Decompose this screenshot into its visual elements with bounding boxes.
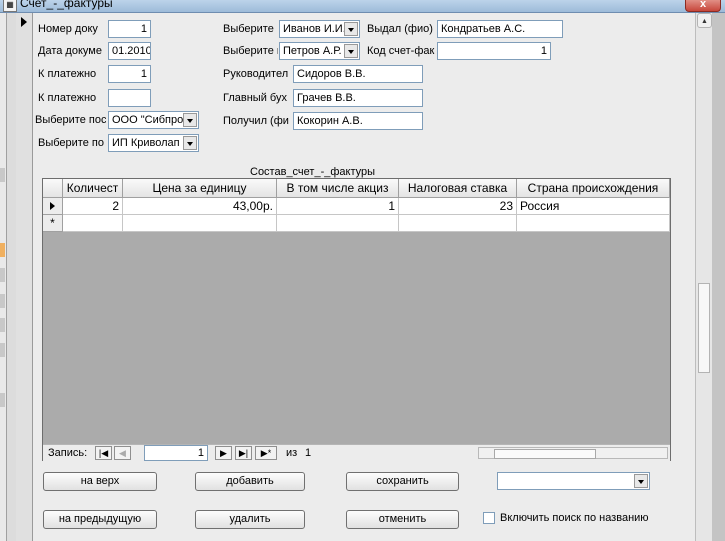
vydal-field[interactable]: Кондратьев А.С. (437, 20, 563, 38)
new-row-selector[interactable]: * (43, 215, 63, 232)
k-plat2-field[interactable] (108, 89, 151, 107)
column-header-price[interactable]: Цена за единицу (123, 179, 277, 198)
employee2-combo[interactable]: Петров А.Р. (279, 42, 360, 60)
vyb-po-label: Выберите по (38, 137, 104, 149)
supplier-combo[interactable]: ООО "Сибпро (108, 111, 199, 129)
current-row-icon (50, 202, 55, 210)
glbuh-field[interactable]: Грачев В.В. (293, 89, 423, 107)
scroll-thumb[interactable] (494, 449, 596, 459)
buyer-combo[interactable]: ИП Криволап (108, 134, 199, 152)
row-selector[interactable] (43, 198, 63, 215)
scroll-up-icon[interactable]: ▲ (697, 13, 712, 28)
form-icon: ▦ (3, 0, 17, 12)
of-label: из (286, 447, 298, 459)
column-header-tax[interactable]: Налоговая ставка (399, 179, 517, 198)
background-tab-marker (0, 318, 5, 332)
title-bar: ▦ Счет_-_фактуры x (0, 0, 725, 13)
ruk-field[interactable]: Сидоров В.В. (293, 65, 423, 83)
dropdown-arrow-icon[interactable] (344, 44, 358, 58)
close-button[interactable]: x (685, 0, 721, 12)
total-records: 1 (305, 447, 312, 459)
background-tab-marker (0, 168, 5, 182)
add-button[interactable]: добавить (195, 472, 305, 491)
background-tab-marker (0, 268, 5, 282)
k-plat1-field[interactable]: 1 (108, 65, 151, 83)
new-record-button[interactable]: ▶* (255, 446, 277, 460)
nomer-field[interactable]: 1 (108, 20, 151, 38)
record-navigation-bar: Запись: |◀ ◀ 1 ▶ ▶| ▶* из 1 (43, 444, 670, 461)
vyb2-label: Выберите г (223, 45, 278, 57)
next-record-button[interactable]: ▶ (215, 446, 232, 460)
search-checkbox[interactable] (483, 512, 495, 524)
kod-field[interactable]: 1 (437, 42, 551, 60)
horizontal-scrollbar[interactable] (478, 447, 668, 459)
employee1-combo[interactable]: Иванов И.И. (279, 20, 360, 38)
supplier-combo-value: ООО "Сибпро (112, 114, 184, 126)
scroll-thumb[interactable] (698, 283, 710, 373)
top-button[interactable]: на верх (43, 472, 157, 491)
current-record-field[interactable]: 1 (144, 445, 208, 461)
new-cell-tax[interactable] (399, 215, 517, 232)
vertical-scrollbar[interactable]: ▲ (695, 13, 713, 541)
column-header-country[interactable]: Страна происхождения (517, 179, 670, 198)
window-title: Счет_-_фактуры (20, 0, 113, 10)
data-field[interactable]: 01.2010 (108, 42, 151, 60)
dropdown-arrow-icon[interactable] (634, 474, 648, 488)
poluchil-label: Получил (фи (223, 115, 289, 127)
save-button[interactable]: сохранить (346, 472, 459, 491)
column-header-qty[interactable]: Количест (63, 179, 123, 198)
dropdown-arrow-icon[interactable] (183, 136, 197, 150)
prev-button[interactable]: на предыдущую (43, 510, 157, 529)
cell-price[interactable]: 43,00р. (123, 198, 277, 215)
background-tab-marker (0, 393, 5, 407)
current-record-icon (21, 17, 27, 27)
employee2-combo-value: Петров А.Р. (283, 45, 342, 57)
new-cell-excise[interactable] (277, 215, 399, 232)
new-cell-price[interactable] (123, 215, 277, 232)
vyb1-label: Выберите (223, 23, 274, 35)
search-combo[interactable] (497, 472, 650, 490)
poluchil-field[interactable]: Кокорин А.В. (293, 112, 423, 130)
background-tab-marker (0, 294, 5, 308)
delete-button[interactable]: удалить (195, 510, 305, 529)
cell-qty[interactable]: 2 (63, 198, 123, 215)
k-plat2-label: К платежно (38, 92, 97, 104)
k-plat1-label: К платежно (38, 68, 97, 80)
cancel-button[interactable]: отменить (346, 510, 459, 529)
vyb-pos-label: Выберите пос (35, 114, 106, 126)
cell-tax[interactable]: 23 (399, 198, 517, 215)
search-checkbox-label: Включить поиск по названию (500, 512, 649, 524)
cell-excise[interactable]: 1 (277, 198, 399, 215)
data-label: Дата докуме (38, 45, 102, 57)
new-cell-country[interactable] (517, 215, 670, 232)
background-window-right (712, 13, 725, 541)
ruk-label: Руководител (223, 68, 289, 80)
glbuh-label: Главный бух (223, 92, 287, 104)
record-selector[interactable] (16, 13, 33, 541)
background-tab-marker (0, 343, 5, 357)
vydal-label: Выдал (фио) (367, 23, 433, 35)
grid-corner[interactable] (43, 179, 63, 198)
new-cell-qty[interactable] (63, 215, 123, 232)
subform-title: Состав_счет_-_фактуры (250, 166, 376, 178)
dropdown-arrow-icon[interactable] (183, 113, 197, 127)
buyer-combo-value: ИП Криволап (112, 137, 180, 149)
kod-label: Код счет-фак (367, 45, 435, 57)
column-header-excise[interactable]: В том числе акциз (277, 179, 399, 198)
first-record-button[interactable]: |◀ (95, 446, 112, 460)
background-tab-marker (0, 243, 5, 257)
last-record-button[interactable]: ▶| (235, 446, 252, 460)
prev-record-button[interactable]: ◀ (114, 446, 131, 460)
nomer-label: Номер доку (38, 23, 98, 35)
invoice-items-datasheet: Количест Цена за единицу В том числе акц… (42, 178, 671, 461)
dropdown-arrow-icon[interactable] (344, 22, 358, 36)
employee1-combo-value: Иванов И.И. (283, 23, 346, 35)
record-label: Запись: (48, 447, 88, 459)
cell-country[interactable]: Россия (517, 198, 670, 215)
